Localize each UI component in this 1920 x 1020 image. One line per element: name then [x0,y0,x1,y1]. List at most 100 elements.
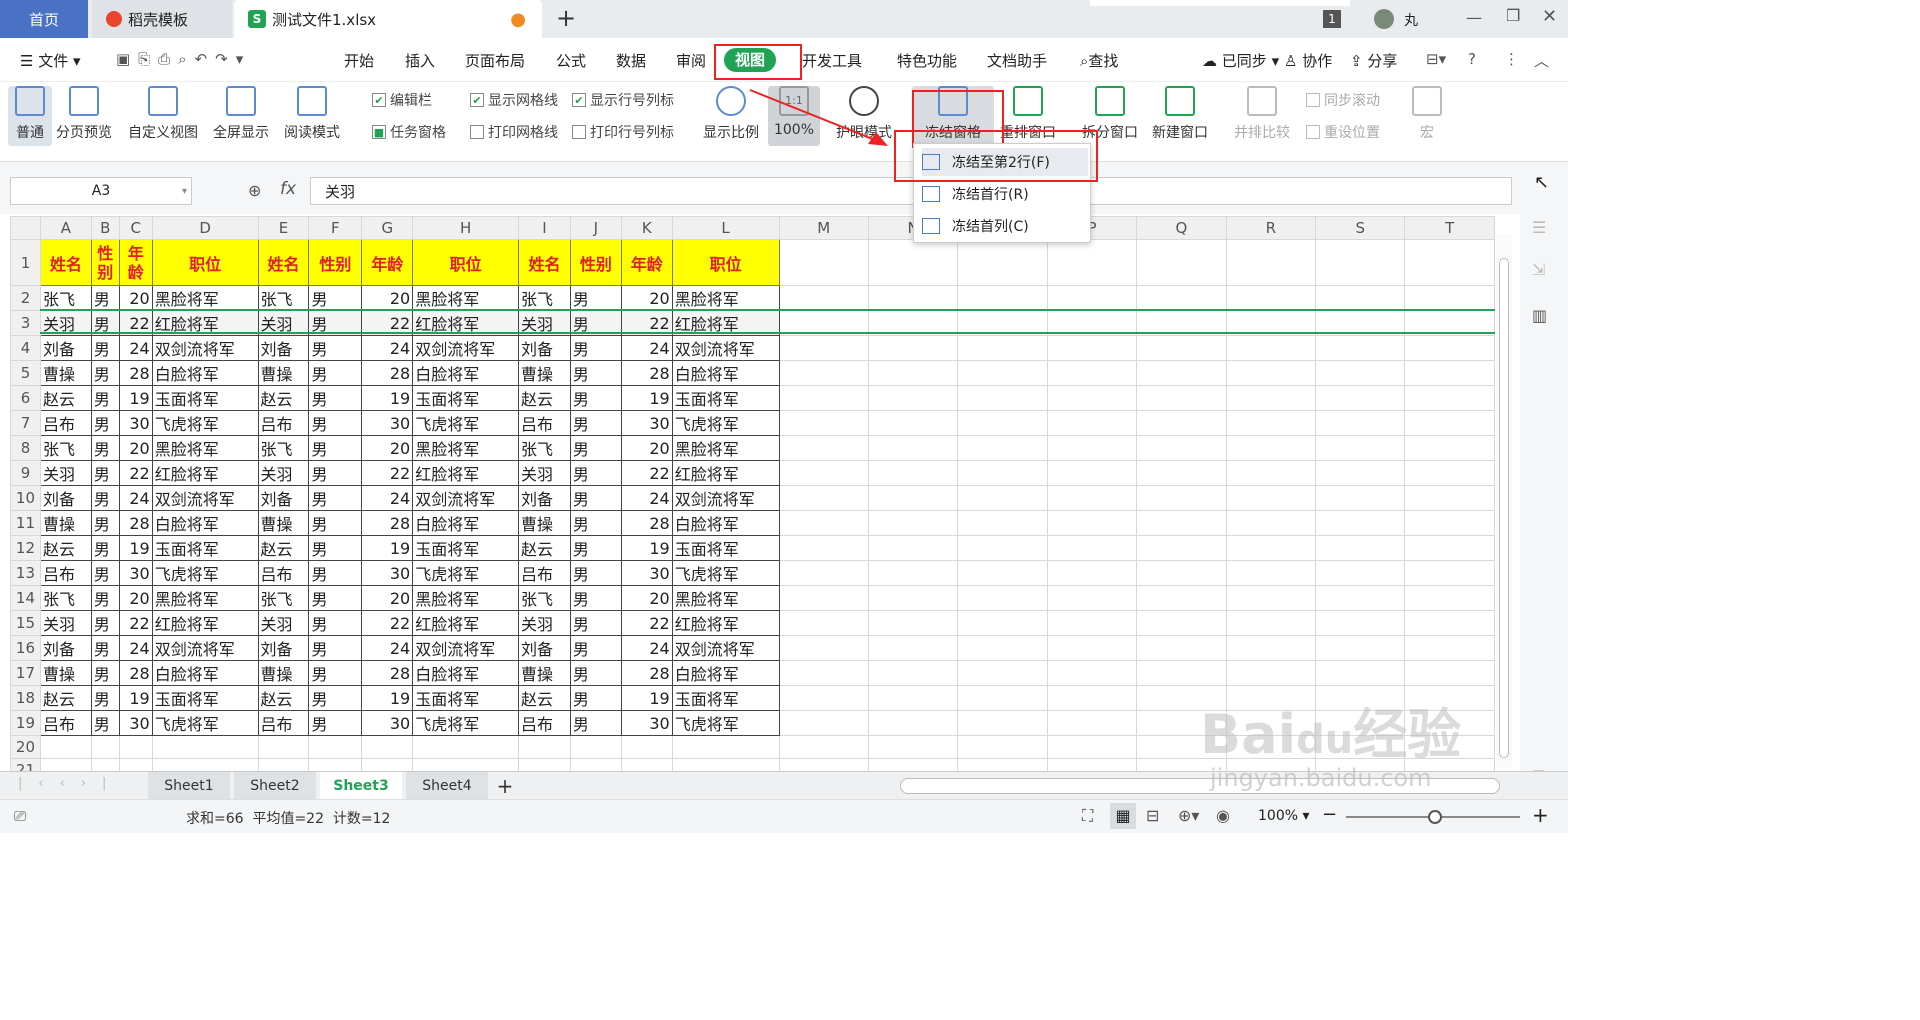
cell[interactable]: 19 [118,685,153,711]
cell[interactable] [1046,610,1138,636]
cell[interactable]: 张飞 [518,585,571,611]
cell[interactable]: 28 [118,510,153,536]
cell[interactable]: 男 [90,435,120,461]
cell[interactable] [778,385,869,411]
cell[interactable]: 飞虎将军 [412,710,520,736]
cell[interactable]: 男 [308,285,363,311]
cell[interactable]: 30 [620,560,673,586]
cell[interactable] [1046,385,1138,411]
freeze-first-row-item[interactable]: 冻结首行(R) [922,180,1088,208]
cell[interactable]: 吕布 [257,560,310,586]
cell[interactable]: 吕布 [257,410,310,436]
cell[interactable]: 刘备 [257,335,310,361]
cell[interactable]: 24 [620,635,673,661]
cell[interactable]: 24 [118,335,153,361]
vertical-scroll-thumb[interactable] [1499,258,1509,758]
cell[interactable] [957,435,1048,461]
cell[interactable]: 张飞 [518,435,571,461]
cell[interactable]: 男 [569,335,622,361]
cell[interactable] [1315,535,1406,561]
cell[interactable]: 白脸将军 [151,660,259,686]
cell[interactable] [867,435,959,461]
close-icon[interactable]: ✕ [1542,6,1557,27]
cell[interactable]: 刘备 [518,335,571,361]
cell[interactable]: 赵云 [257,685,310,711]
header-cell[interactable]: 性别 [308,239,363,286]
header-cell[interactable]: 年龄 [118,239,153,286]
cell[interactable]: 黑脸将军 [412,285,520,311]
cell[interactable] [867,535,959,561]
editbar-checkbox[interactable]: ✔ 编辑栏 [372,90,432,110]
row-header[interactable]: 5 [10,360,41,386]
compare-button[interactable]: 并排比较 [1234,86,1290,142]
zoom-in-button[interactable]: + [1532,803,1549,827]
header-cell[interactable]: 姓名 [39,239,92,286]
cell[interactable] [867,610,959,636]
cell[interactable] [778,460,869,486]
cell[interactable]: 刘备 [257,485,310,511]
macro-button[interactable]: 宏 [1412,86,1442,142]
cell[interactable]: 28 [361,360,414,386]
cell[interactable]: 白脸将军 [151,510,259,536]
cell[interactable]: 男 [90,285,120,311]
column-header[interactable]: A [39,216,92,240]
cell[interactable]: 玉面将军 [671,535,780,561]
column-header[interactable]: I [518,216,571,240]
tab-home[interactable]: 首页 [0,0,88,38]
cell[interactable]: 关羽 [518,460,571,486]
cell[interactable]: 关羽 [257,610,310,636]
cell[interactable]: 曹操 [518,360,571,386]
column-header[interactable]: K [620,216,673,240]
tab-template[interactable]: 稻壳模板 [92,0,232,38]
cell[interactable] [778,360,869,386]
help-icon[interactable]: ? [1468,50,1476,68]
normal-view-status-icon[interactable]: ▦ [1110,803,1136,829]
cell[interactable] [1315,285,1406,311]
cell[interactable]: 24 [118,485,153,511]
new-tab-button[interactable]: + [556,4,576,32]
cell[interactable]: 男 [308,560,363,586]
cell[interactable]: 男 [569,685,622,711]
eye-status-icon[interactable]: ◉ [1216,806,1230,825]
cell[interactable]: 20 [118,285,153,311]
cell[interactable] [778,410,869,436]
reading-status-icon[interactable]: ⊕▾ [1178,806,1199,825]
cell[interactable] [957,410,1048,436]
menu-page-layout[interactable]: 页面布局 [465,50,525,71]
cell[interactable] [1315,360,1406,386]
cell[interactable]: 男 [308,485,363,511]
cell[interactable] [1225,560,1317,586]
row-header[interactable]: 8 [10,435,41,461]
cell[interactable] [1136,460,1227,486]
transform-icon[interactable]: ⇲ [1532,260,1545,279]
cell[interactable] [1136,635,1227,661]
cell[interactable]: 男 [90,385,120,411]
row-header[interactable]: 20 [10,735,41,759]
cell[interactable] [518,758,571,771]
cell[interactable]: 黑脸将军 [151,285,259,311]
cell[interactable] [1404,610,1495,636]
cell[interactable]: 黑脸将军 [151,435,259,461]
cell[interactable]: 19 [620,385,673,411]
cell[interactable]: 飞虎将军 [671,410,780,436]
cell[interactable] [1225,285,1317,311]
cell[interactable] [1315,239,1406,286]
cell[interactable]: 24 [118,635,153,661]
cell[interactable] [957,239,1048,286]
cell[interactable]: 玉面将军 [412,685,520,711]
cell[interactable]: 刘备 [39,635,92,661]
cell[interactable]: 男 [90,610,120,636]
cell[interactable] [867,735,959,759]
print-rowcol-checkbox[interactable]: 打印行号列标 [572,122,674,142]
minimize-icon[interactable]: — [1466,8,1482,27]
cell[interactable] [1136,360,1227,386]
cell[interactable] [151,735,259,759]
cell[interactable]: 黑脸将军 [412,435,520,461]
cell[interactable]: 张飞 [518,285,571,311]
cell[interactable] [1046,758,1138,771]
cell[interactable]: 双剑流将军 [412,635,520,661]
row-header[interactable]: 13 [10,560,41,586]
cell[interactable] [257,735,310,759]
fullscreen-status-icon[interactable]: ⛶ [1082,806,1093,826]
cell[interactable]: 飞虎将军 [412,560,520,586]
